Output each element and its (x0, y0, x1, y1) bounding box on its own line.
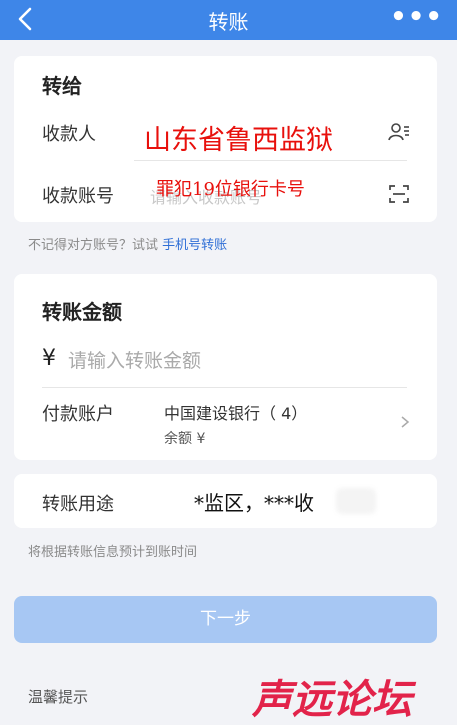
tips-label[interactable]: 温馨提示 (28, 686, 88, 707)
chevron-right-icon[interactable] (399, 414, 411, 430)
purpose-label: 转账用途 (42, 494, 114, 515)
amount-divider (42, 387, 407, 388)
scan-icon[interactable] (387, 182, 411, 206)
account-overlay-text: 罪犯19位银行卡号 (156, 179, 305, 200)
forum-watermark-logo: 声远论坛 (252, 677, 417, 723)
recipient-section-title: 转给 (42, 74, 82, 98)
purpose-value[interactable]: *监区，***收 (194, 487, 314, 516)
arrival-time-hint: 将根据转账信息预计到账时间 (28, 545, 198, 560)
page-title: 转账 (208, 10, 249, 34)
more-options-icon[interactable]: ••• (390, 4, 443, 30)
currency-symbol: ¥ (42, 346, 56, 371)
recipient-card: 转给 收款人 山东省鲁西监狱 收款账号 请输入收款账号 罪犯19位银行卡号 (14, 56, 437, 222)
smudge-mark (336, 488, 376, 514)
phone-transfer-link[interactable]: 手机号转账 (162, 238, 227, 253)
top-bar: 转账 ••• (0, 0, 457, 40)
payee-label: 收款人 (42, 124, 96, 145)
pay-account-bank[interactable]: 中国建设银行（ 4） (164, 400, 307, 424)
amount-card: 转账金额 ¥ 请输入转账金额 付款账户 中国建设银行（ 4） 余额 ¥ (14, 274, 437, 460)
row-divider (134, 160, 407, 161)
payee-overlay-text: 山东省鲁西监狱 (144, 125, 333, 156)
phone-transfer-hint: 不记得对方账号？试试 手机号转账 (28, 234, 227, 253)
contact-book-icon[interactable] (387, 120, 411, 144)
amount-input[interactable]: 请输入转账金额 (68, 346, 201, 373)
purpose-card[interactable]: 转账用途 *监区，***收 (14, 474, 437, 528)
account-label: 收款账号 (42, 186, 114, 207)
next-step-button[interactable]: 下一步 (14, 596, 437, 643)
hint-text: 不记得对方账号？试试 (28, 238, 159, 253)
pay-account-balance: 余额 ¥ (164, 431, 206, 447)
amount-section-title: 转账金额 (42, 300, 122, 324)
watermark-text: 声远论坛 (252, 677, 417, 723)
pay-account-label: 付款账户 (42, 404, 114, 425)
